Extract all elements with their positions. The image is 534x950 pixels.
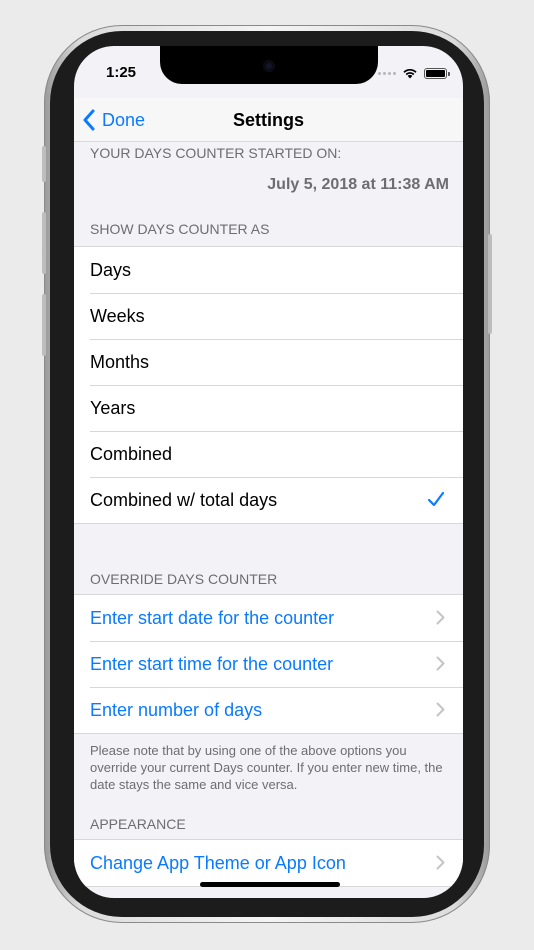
row-label: Change App Theme or App Icon [90, 852, 346, 873]
settings-list: YOUR DAYS COUNTER STARTED ON: July 5, 20… [74, 142, 463, 887]
notch [160, 46, 378, 84]
power-button [488, 234, 492, 334]
option-combined-total-days[interactable]: Combined w/ total days [74, 477, 463, 523]
volume-up-button [42, 212, 46, 274]
option-label: Years [90, 397, 136, 418]
chevron-right-icon [436, 656, 445, 671]
option-label: Combined w/ total days [90, 489, 278, 510]
show-as-group: Days Weeks Months Years Combined Combine… [74, 246, 463, 524]
option-label: Weeks [90, 305, 145, 326]
status-time: 1:25 [106, 64, 137, 81]
counter-started-header: YOUR DAYS COUNTER STARTED ON: [90, 145, 342, 161]
checkmark-icon [427, 491, 445, 507]
appearance-header: APPEARANCE [90, 816, 186, 832]
status-icons [378, 67, 450, 79]
option-combined[interactable]: Combined [74, 431, 463, 477]
chevron-right-icon [436, 855, 445, 870]
row-label: Enter number of days [90, 699, 263, 720]
row-label: Enter start time for the counter [90, 653, 334, 674]
show-as-header: SHOW DAYS COUNTER AS [90, 221, 270, 237]
chevron-right-icon [436, 702, 445, 717]
option-days[interactable]: Days [74, 247, 463, 293]
option-label: Days [90, 259, 132, 280]
volume-down-button [42, 294, 46, 356]
enter-start-date-row[interactable]: Enter start date for the counter [74, 595, 463, 641]
wifi-icon [403, 68, 417, 79]
option-label: Combined [90, 443, 173, 464]
option-months[interactable]: Months [74, 339, 463, 385]
front-camera [263, 60, 275, 72]
override-group: Enter start date for the counter Enter s… [74, 594, 463, 734]
appearance-group: Change App Theme or App Icon [74, 839, 463, 887]
chevron-right-icon [436, 610, 445, 625]
override-header: OVERRIDE DAYS COUNTER [90, 571, 278, 587]
enter-number-of-days-row[interactable]: Enter number of days [74, 687, 463, 733]
option-years[interactable]: Years [74, 385, 463, 431]
change-theme-row[interactable]: Change App Theme or App Icon [74, 840, 463, 886]
option-weeks[interactable]: Weeks [74, 293, 463, 339]
home-indicator[interactable] [200, 882, 340, 887]
page-title: Settings [232, 110, 304, 130]
battery-icon [424, 67, 450, 79]
enter-start-time-row[interactable]: Enter start time for the counter [74, 641, 463, 687]
override-note: Please note that by using one of the abo… [90, 743, 443, 792]
option-label: Months [90, 351, 150, 372]
signal-icon [378, 71, 396, 75]
phone-screen: 1:25 Done Settings YOUR DAYS COUNTER STA… [74, 46, 463, 898]
navigation-bar: Done Settings [74, 98, 463, 142]
counter-started-value: July 5, 2018 at 11:38 AM [267, 176, 449, 193]
mute-switch [42, 146, 46, 182]
row-label: Enter start date for the counter [90, 607, 335, 628]
